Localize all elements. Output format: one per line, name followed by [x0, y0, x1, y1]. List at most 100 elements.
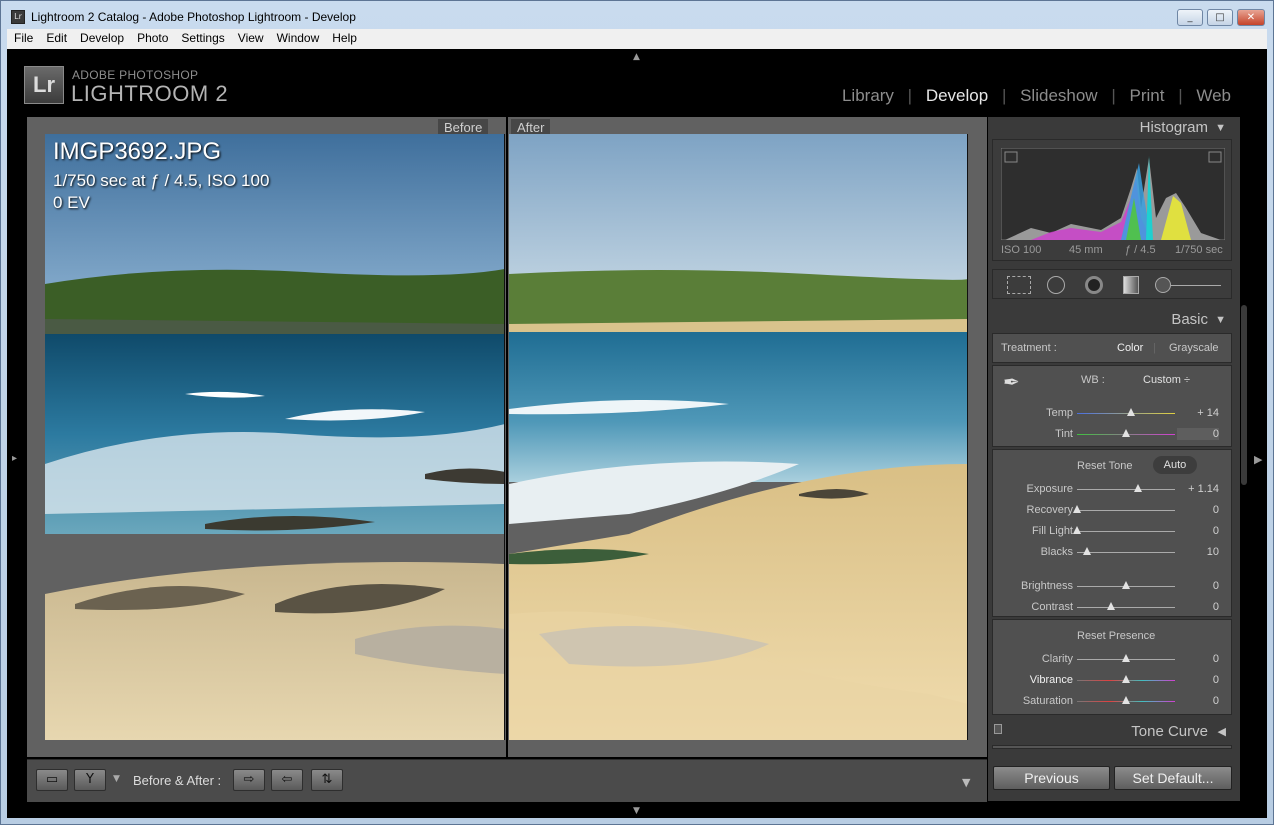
before-after-view: Before After IMGP3692.JPG 1/750 sec at ƒ…	[27, 117, 987, 757]
module-web[interactable]: Web	[1196, 86, 1231, 106]
copy-after-to-before-button[interactable]: ⇦	[271, 769, 303, 791]
temp-label: Temp	[1046, 407, 1073, 419]
brightness-label: Brightness	[1021, 580, 1073, 592]
menu-develop[interactable]: Develop	[73, 29, 130, 45]
menu-settings[interactable]: Settings	[174, 29, 230, 45]
saturation-label: Saturation	[1022, 695, 1073, 707]
title-bar[interactable]: Lr Lightroom 2 Catalog - Adobe Photoshop…	[1, 1, 1273, 31]
loupe-view-button[interactable]: ▭	[36, 769, 68, 791]
copy-before-to-after-button[interactable]: ⇨	[233, 769, 265, 791]
after-photo[interactable]	[509, 134, 968, 740]
blacks-value[interactable]: 10	[1177, 546, 1219, 558]
contrast-thumb[interactable]	[1107, 602, 1116, 610]
contrast-value[interactable]: 0	[1177, 601, 1219, 613]
treatment-grayscale[interactable]: Grayscale	[1169, 342, 1219, 354]
basic-collapse-icon[interactable]: ▼	[1215, 309, 1226, 331]
exposure-track[interactable]	[1077, 489, 1175, 490]
brand-line1: ADOBE PHOTOSHOP	[72, 68, 199, 82]
fill-light-slider[interactable]: Fill Light 0	[993, 522, 1233, 540]
tint-value[interactable]: 0	[1177, 428, 1219, 440]
recovery-slider[interactable]: Recovery 0	[993, 501, 1233, 519]
contrast-track[interactable]	[1077, 607, 1175, 608]
toolbar-options-chevron-icon[interactable]: ▼	[962, 776, 970, 789]
recovery-thumb[interactable]	[1073, 505, 1081, 513]
vibrance-thumb[interactable]	[1122, 675, 1130, 683]
module-print[interactable]: Print	[1129, 86, 1164, 106]
set-default-button[interactable]: Set Default...	[1114, 766, 1232, 790]
vibrance-value[interactable]: 0	[1177, 674, 1219, 686]
contrast-slider[interactable]: Contrast 0	[993, 598, 1233, 616]
histogram-aperture: ƒ / 4.5	[1125, 244, 1156, 256]
minimize-button[interactable]: _	[1177, 9, 1203, 26]
module-develop[interactable]: Develop	[926, 86, 988, 106]
before-photo[interactable]: IMGP3692.JPG 1/750 sec at ƒ / 4.5, ISO 1…	[45, 134, 505, 740]
wb-eyedropper-icon[interactable]: ✒	[1003, 370, 1033, 400]
clarity-slider[interactable]: Clarity 0	[993, 650, 1233, 668]
close-button[interactable]: ✕	[1237, 9, 1265, 26]
blacks-track[interactable]	[1077, 552, 1175, 553]
saturation-thumb[interactable]	[1122, 696, 1130, 704]
tone-curve-header[interactable]: Tone Curve ◀	[988, 721, 1234, 743]
recovery-track[interactable]	[1077, 510, 1175, 511]
histogram-collapse-icon[interactable]: ▼	[1215, 117, 1226, 139]
exposure-thumb[interactable]	[1133, 484, 1142, 492]
photo-filename: IMGP3692.JPG	[53, 138, 222, 165]
menu-view[interactable]: View	[231, 29, 270, 45]
brightness-thumb[interactable]	[1122, 581, 1130, 589]
exposure-label: Exposure	[1026, 483, 1073, 495]
brightness-value[interactable]: 0	[1177, 580, 1219, 592]
tone-curve-expand-icon[interactable]: ◀	[1218, 721, 1226, 743]
auto-tone-button[interactable]: Auto	[1153, 456, 1197, 474]
histogram-header[interactable]: Histogram ▼	[988, 117, 1234, 139]
exposure-slider[interactable]: Exposure + 1.14	[993, 480, 1233, 498]
saturation-value[interactable]: 0	[1177, 695, 1219, 707]
fill-light-value[interactable]: 0	[1177, 525, 1219, 537]
temp-value[interactable]: + 14	[1177, 407, 1219, 419]
view-mode-dropdown-icon[interactable]: ▼	[113, 774, 120, 784]
crop-tool-icon[interactable]	[1007, 276, 1031, 294]
brightness-slider[interactable]: Brightness 0	[993, 577, 1233, 595]
before-after-view-button[interactable]: Y	[74, 769, 106, 791]
temp-slider[interactable]: Temp + 14	[993, 404, 1233, 422]
histogram-box: ISO 100 45 mm ƒ / 4.5 1/750 sec	[992, 139, 1232, 261]
clarity-value[interactable]: 0	[1177, 653, 1219, 665]
basic-header[interactable]: Basic ▼	[988, 309, 1234, 331]
previous-button[interactable]: Previous	[993, 766, 1110, 790]
right-panel-scrollbar[interactable]	[1241, 305, 1247, 485]
graduated-filter-icon[interactable]	[1123, 276, 1139, 294]
adjustment-brush-icon[interactable]	[1155, 277, 1171, 293]
filmstrip-toggle-icon[interactable]: ▼	[633, 806, 640, 816]
tint-thumb[interactable]	[1122, 429, 1130, 437]
wb-dropdown[interactable]: Custom ÷	[1143, 374, 1190, 386]
clarity-thumb[interactable]	[1122, 654, 1130, 662]
saturation-slider[interactable]: Saturation 0	[993, 692, 1233, 710]
treatment-color[interactable]: Color	[1117, 342, 1143, 354]
fill-light-track[interactable]	[1077, 531, 1175, 532]
spot-removal-icon[interactable]	[1047, 276, 1065, 294]
reset-presence-button[interactable]: Reset Presence	[1077, 630, 1155, 642]
top-panel-toggle-icon[interactable]: ▲	[633, 52, 640, 62]
blacks-slider[interactable]: Blacks 10	[993, 543, 1233, 561]
tone-box: Reset Tone Auto Exposure + 1.14 Recovery…	[992, 449, 1232, 617]
module-library[interactable]: Library	[842, 86, 894, 106]
tint-slider[interactable]: Tint 0	[993, 425, 1233, 443]
menu-file[interactable]: File	[7, 29, 39, 45]
split-divider[interactable]	[506, 117, 508, 757]
recovery-value[interactable]: 0	[1177, 504, 1219, 516]
blacks-thumb[interactable]	[1082, 547, 1091, 555]
module-slideshow[interactable]: Slideshow	[1020, 86, 1098, 106]
right-panel-toggle-icon[interactable]: ▶	[1254, 453, 1262, 466]
red-eye-icon[interactable]	[1085, 276, 1103, 294]
menu-photo[interactable]: Photo	[130, 29, 174, 45]
exposure-value[interactable]: + 1.14	[1177, 483, 1219, 495]
vibrance-slider[interactable]: Vibrance 0	[993, 671, 1233, 689]
menu-window[interactable]: Window	[270, 29, 326, 45]
menu-help[interactable]: Help	[325, 29, 363, 45]
temp-thumb[interactable]	[1126, 408, 1135, 416]
swap-before-after-button[interactable]: ⇅	[311, 769, 343, 791]
menu-edit[interactable]: Edit	[39, 29, 73, 45]
reset-tone-button[interactable]: Reset Tone	[1077, 460, 1132, 472]
maximize-button[interactable]: □	[1207, 9, 1233, 26]
left-panel-toggle-icon[interactable]: ▸	[12, 453, 17, 464]
fill-light-thumb[interactable]	[1073, 526, 1081, 534]
